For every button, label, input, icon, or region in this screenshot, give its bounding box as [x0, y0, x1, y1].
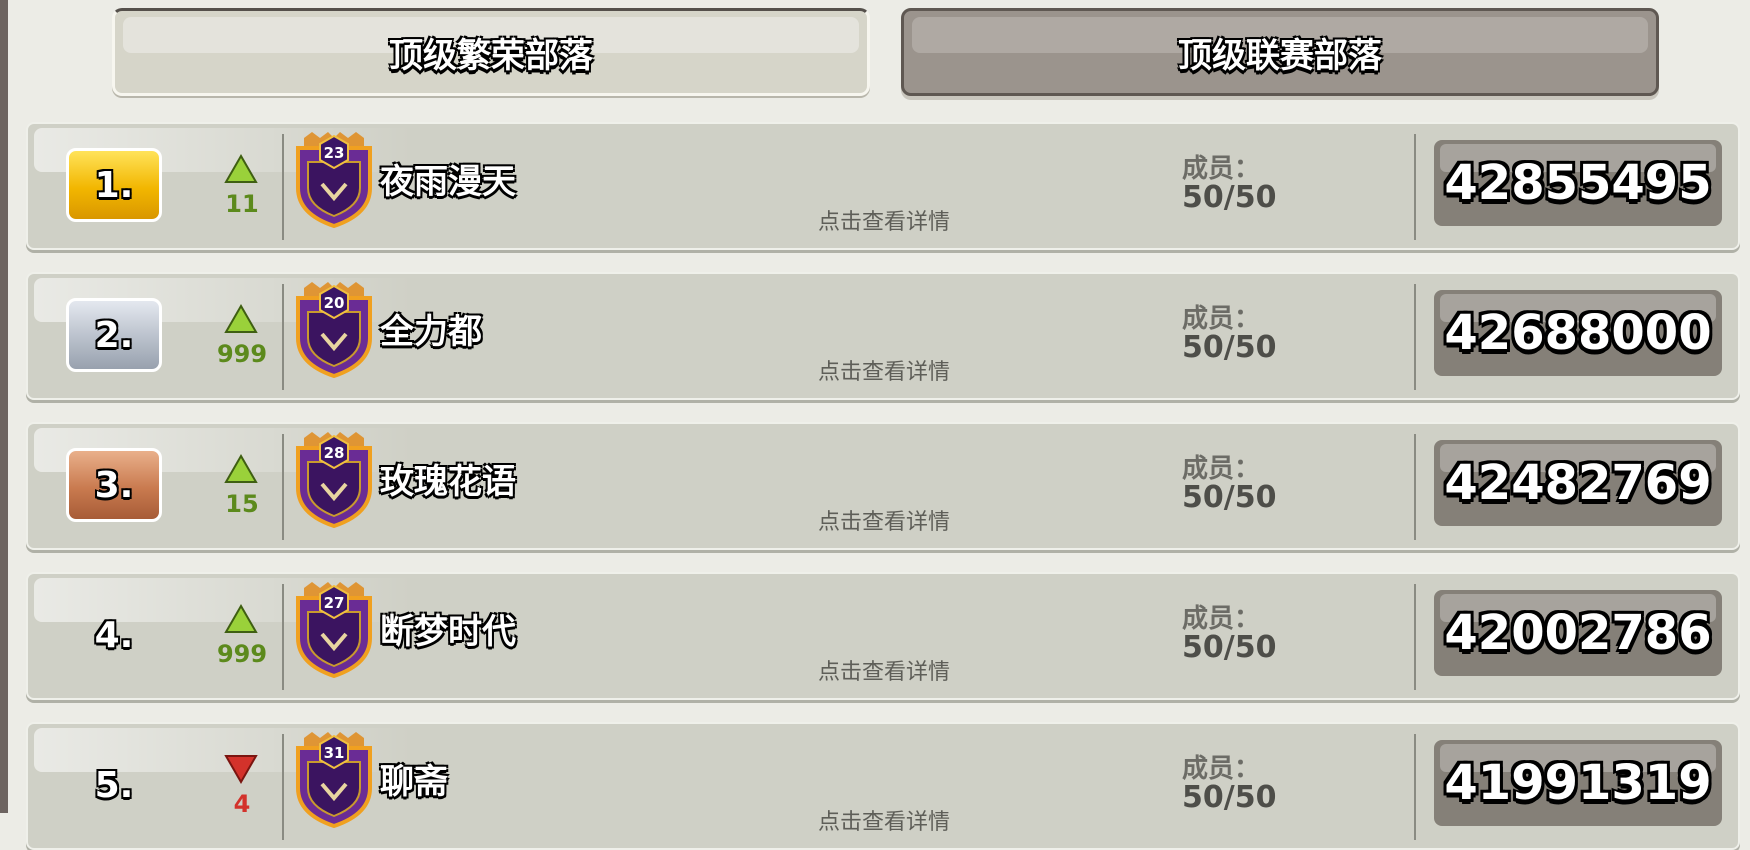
column-divider	[282, 584, 284, 690]
clan-points-value: 42855495	[1444, 155, 1712, 211]
clan-level-number: 28	[324, 444, 345, 462]
rank-number: 3.	[94, 464, 134, 506]
rank-number: 1.	[94, 164, 134, 206]
clan-row[interactable]: 3. 15 28 玫瑰花语 点击查看详情 成员： 50/50 42482769	[26, 422, 1740, 550]
rank-change-value: 999	[216, 640, 268, 668]
view-details-link[interactable]: 点击查看详情	[818, 504, 950, 536]
clan-points-box: 42002786	[1434, 590, 1722, 676]
trend-down-icon	[224, 755, 258, 784]
clan-level-number: 31	[324, 744, 345, 762]
clan-points-box: 42855495	[1434, 140, 1722, 226]
clan-row[interactable]: 1. 11 23 夜雨漫天 点击查看详情 成员： 50/50 42855495	[26, 122, 1740, 250]
clan-level-number: 20	[324, 294, 345, 312]
rank-number: 4.	[94, 614, 134, 656]
column-divider	[1414, 134, 1416, 240]
clan-points-value: 42688000	[1444, 305, 1712, 361]
column-divider	[1414, 434, 1416, 540]
rank-badge: 4.	[66, 598, 162, 672]
rank-badge: 3.	[66, 448, 162, 522]
column-divider	[282, 284, 284, 390]
rank-number: 5.	[94, 764, 134, 806]
clan-points-value: 42482769	[1444, 455, 1712, 511]
trend-up-icon	[224, 454, 258, 483]
members-count: 50/50	[1182, 780, 1277, 815]
rank-change-value: 4	[233, 790, 251, 818]
clan-name: 全力都	[380, 312, 482, 352]
tab-label: 顶级繁荣部落	[389, 35, 593, 76]
clan-badge-icon: 23	[296, 132, 372, 228]
rank-badge: 5.	[66, 748, 162, 822]
clan-points-box: 41991319	[1434, 740, 1722, 826]
clan-level-number: 23	[324, 144, 345, 162]
column-divider	[282, 134, 284, 240]
column-divider	[282, 434, 284, 540]
view-details-link[interactable]: 点击查看详情	[818, 654, 950, 686]
view-details-link[interactable]: 点击查看详情	[818, 204, 950, 236]
clan-points-value: 41991319	[1444, 755, 1712, 811]
clan-row[interactable]: 4. 999 27 断梦时代 点击查看详情 成员： 50/50 42002786	[26, 572, 1740, 700]
clan-row[interactable]: 2. 999 20 全力都 点击查看详情 成员： 50/50 42688000	[26, 272, 1740, 400]
trend-up-icon	[224, 304, 258, 333]
clan-badge-icon: 28	[296, 432, 372, 528]
trend-up-icon	[224, 154, 258, 183]
members-count: 50/50	[1182, 480, 1277, 515]
view-details-link[interactable]: 点击查看详情	[818, 804, 950, 836]
clan-badge-icon: 27	[296, 582, 372, 678]
members-count: 50/50	[1182, 630, 1277, 665]
rank-badge: 2.	[66, 298, 162, 372]
column-divider	[282, 734, 284, 840]
clan-points-box: 42688000	[1434, 290, 1722, 376]
tab-label: 顶级联赛部落	[1178, 35, 1382, 76]
column-divider	[1414, 584, 1416, 690]
members-count: 50/50	[1182, 180, 1277, 215]
tab-top-league-clans[interactable]: 顶级联赛部落	[901, 8, 1659, 96]
rank-change-value: 15	[225, 490, 259, 518]
rank-change-value: 999	[216, 340, 268, 368]
trend-up-icon	[224, 604, 258, 633]
clan-row[interactable]: 5. 4 31 聊斋 点击查看详情 成员： 50/50 41991319	[26, 722, 1740, 850]
clan-points-value: 42002786	[1444, 605, 1712, 661]
column-divider	[1414, 734, 1416, 840]
clan-level-number: 27	[324, 594, 345, 612]
clan-badge-icon: 31	[296, 732, 372, 828]
window-edge	[0, 0, 8, 813]
rank-badge: 1.	[66, 148, 162, 222]
members-count: 50/50	[1182, 330, 1277, 365]
clan-name: 夜雨漫天	[380, 162, 516, 202]
clan-name: 断梦时代	[380, 612, 516, 652]
clan-badge-icon: 20	[296, 282, 372, 378]
view-details-link[interactable]: 点击查看详情	[818, 354, 950, 386]
rank-change-value: 11	[225, 190, 259, 218]
clan-name: 聊斋	[380, 762, 448, 802]
column-divider	[1414, 284, 1416, 390]
clan-points-box: 42482769	[1434, 440, 1722, 526]
clan-name: 玫瑰花语	[380, 462, 516, 502]
tab-top-prosperity-clans[interactable]: 顶级繁荣部落	[112, 8, 870, 96]
rank-number: 2.	[94, 314, 134, 356]
